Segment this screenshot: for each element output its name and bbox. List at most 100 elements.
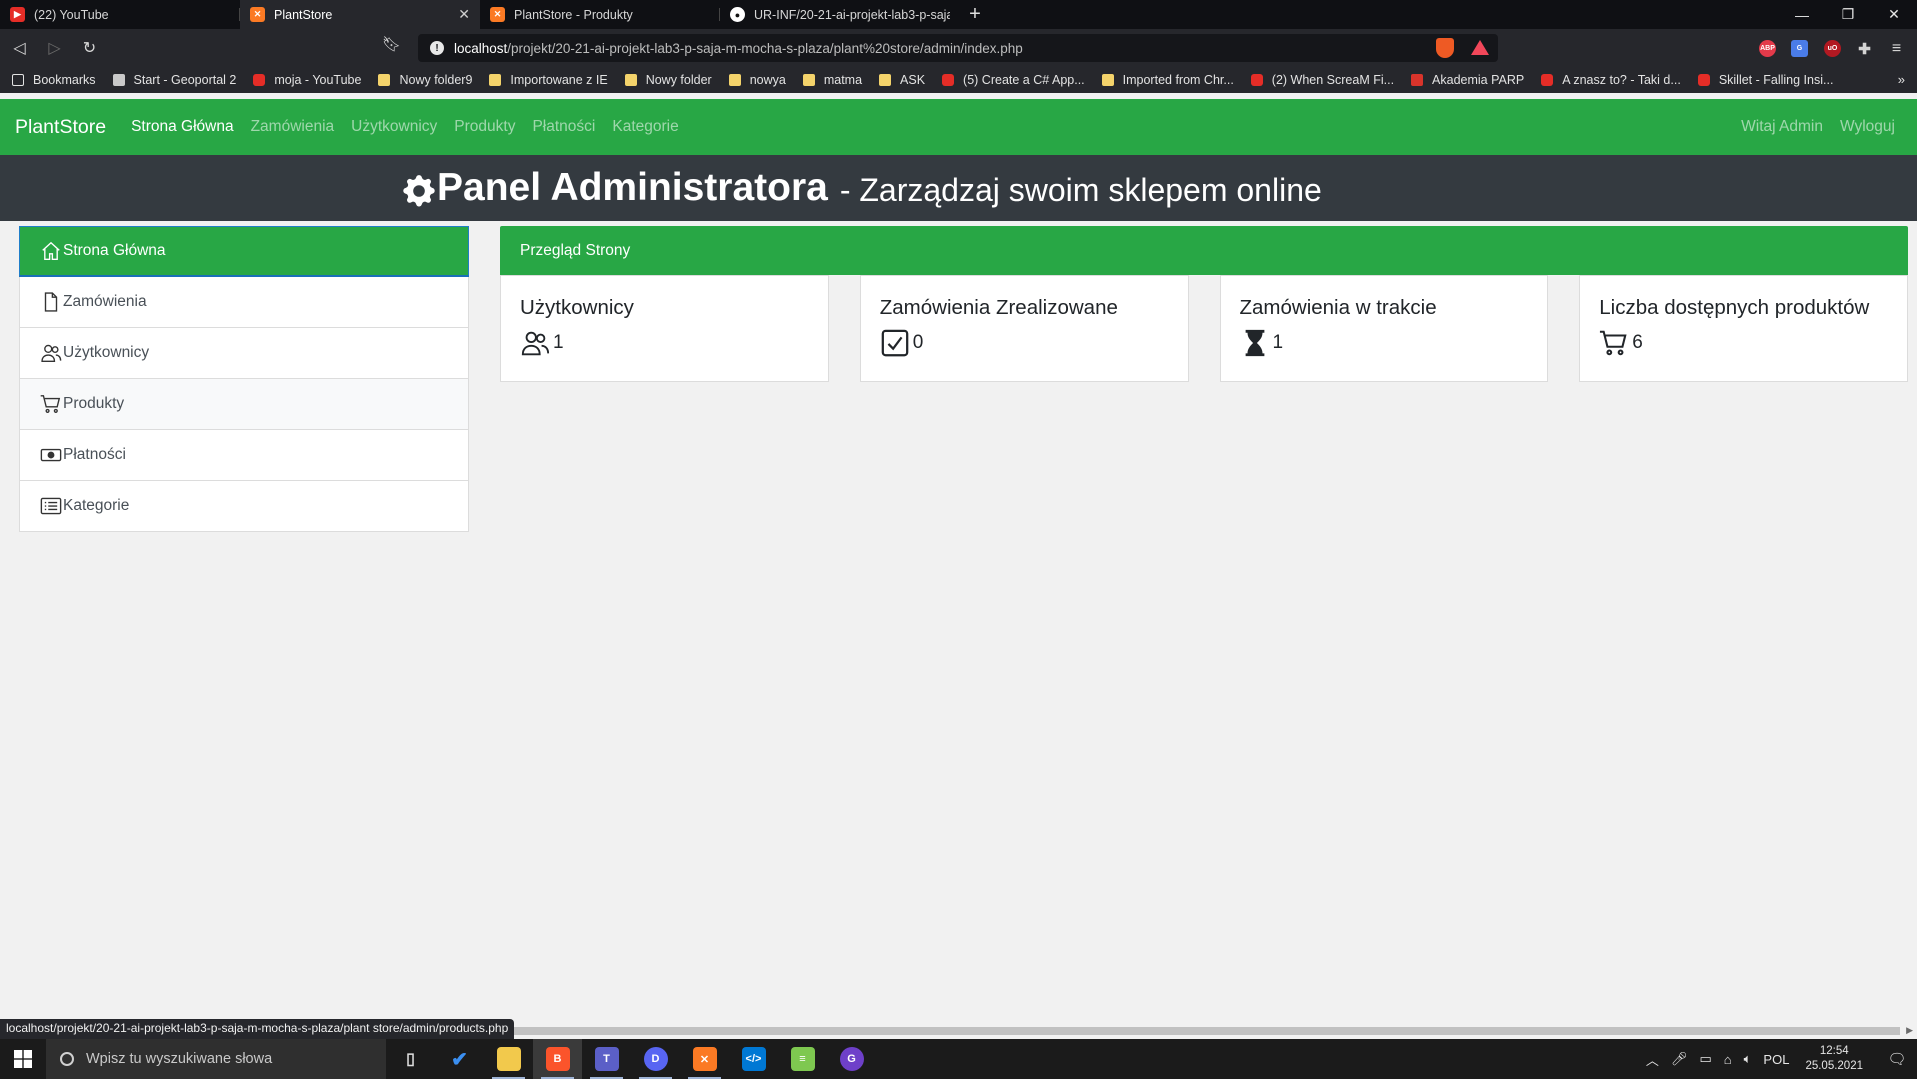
- sidebar-item-users[interactable]: Użytkownicy: [19, 328, 469, 379]
- page-title: Panel Administratora: [437, 166, 828, 209]
- bookmark-item[interactable]: nowya: [728, 73, 786, 87]
- xampp-icon: ✕: [692, 1047, 717, 1071]
- nav-link-payments[interactable]: Płatności: [532, 118, 595, 136]
- tab-plantstore-produkty[interactable]: ✕ PlantStore - Produkty: [480, 0, 720, 29]
- tab-title: PlantStore: [274, 7, 333, 22]
- extensions-icon[interactable]: ✚: [1856, 40, 1873, 58]
- bookmark-item[interactable]: Nowy folder9: [378, 73, 472, 87]
- site-navbar: PlantStore Strona Główna Zamówienia Użyt…: [0, 99, 1917, 155]
- brave-app[interactable]: B: [533, 1039, 582, 1079]
- back-button[interactable]: ◁: [4, 33, 35, 63]
- youtube-icon: [1541, 74, 1554, 86]
- github-desktop-app[interactable]: G: [827, 1039, 876, 1079]
- card-value: 1: [1272, 332, 1284, 353]
- close-icon[interactable]: ✕: [458, 6, 470, 23]
- bookmarks-more-button[interactable]: »: [1898, 72, 1905, 87]
- site-info-icon[interactable]: !: [430, 41, 444, 55]
- language-indicator[interactable]: POL: [1763, 1052, 1789, 1067]
- minimize-button[interactable]: —: [1779, 0, 1825, 29]
- bookmark-item[interactable]: Skillet - Falling Insi...: [1697, 73, 1834, 87]
- bookmark-item[interactable]: (5) Create a C# App...: [942, 73, 1085, 87]
- reload-button[interactable]: ↻: [74, 33, 105, 63]
- nav-link-orders[interactable]: Zamówienia: [251, 118, 335, 136]
- battery-icon[interactable]: ▭: [1699, 1051, 1711, 1067]
- discord-app[interactable]: D: [631, 1039, 680, 1079]
- tab-title: UR-INF/20-21-ai-projekt-lab3-p-saja-: [754, 7, 950, 22]
- notepad-app[interactable]: ≡: [778, 1039, 827, 1079]
- sidebar-item-home[interactable]: Strona Główna: [19, 226, 469, 277]
- bookmark-label: (5) Create a C# App...: [963, 73, 1085, 87]
- tab-plantstore[interactable]: ✕ PlantStore ✕: [240, 0, 480, 29]
- url-field[interactable]: ! localhost/projekt/20-21-ai-projekt-lab…: [418, 34, 1498, 62]
- notepad-icon: ≡: [790, 1047, 815, 1071]
- volume-icon[interactable]: 🔈︎: [1744, 1051, 1752, 1067]
- start-button[interactable]: [0, 1039, 46, 1079]
- file-explorer-app[interactable]: [484, 1039, 533, 1079]
- bookmark-item[interactable]: matma: [802, 73, 862, 87]
- brave-rewards-icon[interactable]: [1471, 40, 1489, 55]
- bookmark-item[interactable]: Akademia PARP: [1411, 73, 1524, 87]
- task-view-button[interactable]: ▯: [386, 1039, 435, 1079]
- bookmark-item[interactable]: ASK: [879, 73, 925, 87]
- nav-link-products[interactable]: Produkty: [454, 118, 515, 136]
- todo-app[interactable]: ✔: [435, 1039, 484, 1079]
- sidebar-item-categories[interactable]: Kategorie: [19, 481, 469, 532]
- bookmark-item[interactable]: A znasz to? - Taki d...: [1541, 73, 1681, 87]
- people-icon: [521, 331, 550, 356]
- bookmark-item[interactable]: Start - Geoportal 2: [112, 73, 237, 87]
- sidebar-item-products[interactable]: Produkty: [19, 379, 469, 430]
- brave-shield-icon[interactable]: [1436, 38, 1454, 58]
- youtube-icon: [1250, 74, 1263, 86]
- bookmark-item[interactable]: Nowy folder: [624, 73, 712, 87]
- new-tab-button[interactable]: +: [960, 0, 990, 29]
- teams-app[interactable]: T: [582, 1039, 631, 1079]
- xampp-app[interactable]: ✕: [680, 1039, 729, 1079]
- sidebar-item-orders[interactable]: Zamówienia: [19, 277, 469, 328]
- sidebar-item-payments[interactable]: Płatności: [19, 430, 469, 481]
- network-icon[interactable]: ⌂: [1724, 1052, 1732, 1067]
- ublock-icon[interactable]: uO: [1824, 40, 1841, 57]
- chevron-up-icon[interactable]: ︿: [1646, 1050, 1659, 1069]
- bookmark-label: nowya: [749, 73, 786, 87]
- vscode-app[interactable]: </>: [729, 1039, 778, 1079]
- clock[interactable]: 12:54 25.05.2021: [1805, 1044, 1863, 1074]
- folder-icon: [496, 1047, 521, 1071]
- tab-title: PlantStore - Produkty: [514, 7, 633, 22]
- logout-link[interactable]: Wyloguj: [1840, 118, 1895, 136]
- cash-icon: [40, 444, 62, 466]
- bookmark-item[interactable]: (2) When ScreaM Fi...: [1250, 73, 1394, 87]
- nav-link-users[interactable]: Użytkownicy: [351, 118, 437, 136]
- discord-icon: D: [643, 1047, 668, 1071]
- bookmark-label: moja - YouTube: [274, 73, 362, 87]
- brand-link[interactable]: PlantStore: [15, 116, 106, 139]
- sidebar-item-label: Produkty: [63, 395, 125, 412]
- welcome-link[interactable]: Witaj Admin: [1741, 118, 1823, 136]
- xampp-icon: ✕: [250, 7, 265, 22]
- menu-icon[interactable]: ≡: [1888, 40, 1905, 57]
- bookmark-item[interactable]: Importowane z IE: [489, 73, 608, 87]
- bookmark-label: Start - Geoportal 2: [133, 73, 237, 87]
- microphone-icon[interactable]: 🎤︎: [1671, 1051, 1688, 1067]
- notifications-icon[interactable]: 🗨︎: [1877, 1039, 1917, 1079]
- bookmark-item[interactable]: moja - YouTube: [253, 73, 361, 87]
- restore-button[interactable]: ❐: [1825, 0, 1871, 29]
- house-icon: [40, 240, 62, 262]
- bookmark-item[interactable]: Imported from Chr...: [1101, 73, 1234, 87]
- bookmark-label: Skillet - Falling Insi...: [1718, 73, 1834, 87]
- nav-link-home[interactable]: Strona Główna: [131, 118, 234, 136]
- tab-youtube[interactable]: ▶ (22) YouTube: [0, 0, 240, 29]
- close-window-button[interactable]: ✕: [1871, 0, 1917, 29]
- bookmark-label: Nowy folder9: [399, 73, 473, 87]
- forward-button[interactable]: ▷: [39, 33, 70, 63]
- translate-icon[interactable]: G: [1791, 40, 1808, 57]
- sidebar-item-label: Kategorie: [63, 497, 130, 514]
- bookmark-item[interactable]: Bookmarks: [12, 73, 96, 87]
- nav-link-categories[interactable]: Kategorie: [612, 118, 678, 136]
- bookmark-icon[interactable]: 🔖︎: [382, 35, 401, 53]
- cart-icon: [1600, 330, 1627, 356]
- tab-github[interactable]: ● UR-INF/20-21-ai-projekt-lab3-p-saja-: [720, 0, 960, 29]
- scroll-right-icon[interactable]: ▶: [1906, 1025, 1913, 1036]
- taskbar-search[interactable]: Wpisz tu wyszukiwane słowa: [46, 1039, 386, 1079]
- card-value: 0: [912, 332, 924, 353]
- adblock-icon[interactable]: ABP: [1759, 40, 1776, 57]
